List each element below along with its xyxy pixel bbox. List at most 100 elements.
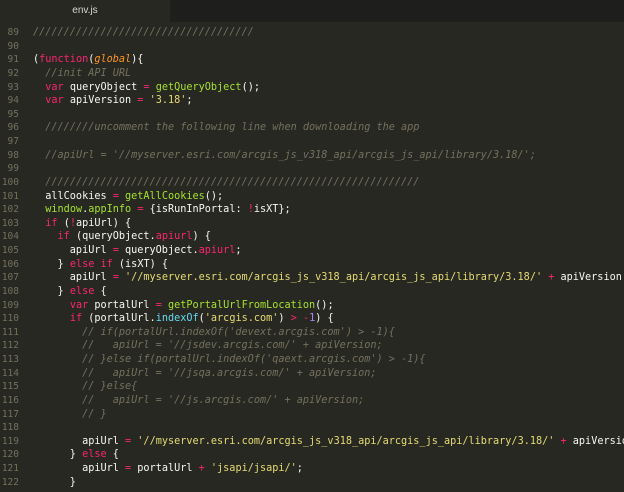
line-code: } else { — [33, 285, 107, 299]
line-code: // apiUrl = '//jsqa.arcgis.com/' + apiVe… — [33, 367, 376, 381]
line-code: // }else{ — [33, 380, 137, 394]
line-code: apiUrl = portalUrl + 'jsapi/jsapi/'; — [33, 462, 303, 476]
line-number: 111 — [1, 326, 19, 338]
code-line[interactable]: 111 // if(portalUrl.indexOf('devext.arcg… — [0, 326, 624, 340]
code-token: var — [45, 81, 64, 93]
code-line[interactable]: 116 // apiUrl = '//js.arcgis.com/' + api… — [0, 394, 624, 408]
code-line[interactable]: 108 } else { — [0, 285, 624, 299]
code-line[interactable]: 120 } else { — [0, 448, 624, 462]
code-token: apiurl — [155, 231, 193, 243]
code-line[interactable]: 112 // apiUrl = '//jsdev.arcgis.com/' + … — [0, 339, 624, 353]
tab-env-js[interactable]: env.js — [0, 0, 170, 22]
line-number: 108 — [1, 285, 19, 297]
line-number: 100 — [1, 176, 19, 188]
code-line[interactable]: 119 apiUrl = '//myserver.esri.com/arcgis… — [0, 435, 624, 449]
code-line[interactable]: 99 — [0, 162, 624, 176]
code-line[interactable]: 98 //apiUrl = '//myserver.esri.com/arcgi… — [0, 149, 624, 163]
line-number: 120 — [1, 449, 19, 461]
code-token: ){ — [131, 54, 144, 66]
code-line[interactable]: 92 //init API URL — [0, 67, 624, 81]
code-token: else — [69, 285, 95, 297]
code-token: queryObject. — [118, 245, 199, 256]
line-number: 119 — [1, 435, 19, 447]
code-line[interactable]: 89 //////////////////////////////////// — [0, 26, 624, 40]
code-token: } — [33, 258, 70, 270]
line-number: 91 — [7, 54, 19, 66]
code-line[interactable]: 100 ////////////////////////////////////… — [0, 176, 624, 190]
code-line[interactable]: 90 — [0, 40, 624, 54]
code-line[interactable]: 118 — [0, 421, 624, 435]
code-line[interactable]: 101 allCookies = getAllCookies(); — [0, 190, 624, 204]
tab-bar-empty-area — [170, 0, 624, 22]
code-token: if — [57, 231, 70, 243]
line-code: // }else if(portalUrl.indexOf('qaext.arc… — [33, 353, 426, 367]
code-token: (); — [315, 299, 334, 311]
code-editor[interactable]: 89 //////////////////////////////////// 90… — [0, 22, 624, 492]
code-line[interactable]: 97 — [0, 135, 624, 149]
code-token: apiVersion; — [572, 435, 624, 447]
code-line[interactable]: 109 var portalUrl = getPortalUrlFromLoca… — [0, 299, 624, 313]
code-token: getPortalUrlFromLocation — [167, 299, 316, 311]
code-line[interactable]: 103 if (!apiUrl) { — [0, 217, 624, 231]
code-line[interactable]: 105 apiUrl = queryObject.apiurl; — [0, 244, 624, 258]
line-code: (function(global){ — [33, 53, 143, 67]
code-token: // } — [82, 408, 107, 420]
code-token: // }else if(portalUrl.indexOf('qaext.arc… — [82, 354, 426, 365]
code-line[interactable]: 91 (function(global){ — [0, 53, 624, 67]
code-token: queryObject — [63, 81, 144, 93]
code-line[interactable]: 122 } — [0, 476, 624, 490]
code-token: { — [106, 449, 119, 461]
code-line[interactable]: 107 apiUrl = '//myserver.esri.com/arcgis… — [0, 271, 624, 285]
code-line[interactable]: 121 apiUrl = portalUrl + 'jsapi/jsapi/'; — [0, 462, 624, 476]
code-token: portalUrl — [131, 463, 199, 474]
line-code: ////////////////////////////////////////… — [33, 176, 419, 190]
code-token: ) — [278, 313, 291, 325]
code-token: apiUrl) { — [75, 217, 132, 229]
code-token: var — [45, 95, 64, 107]
code-token: apiUrl — [33, 463, 126, 474]
code-token: (isXT) { — [112, 258, 168, 270]
code-line[interactable]: 96 ////////uncomment the following line … — [0, 121, 624, 135]
code-line[interactable]: 115 // }else{ — [0, 380, 624, 394]
line-number: 121 — [1, 463, 19, 474]
code-line[interactable]: 106 } else if (isXT) { — [0, 258, 624, 272]
code-line[interactable]: 93 var queryObject = getQueryObject(); — [0, 81, 624, 95]
line-number: 104 — [1, 231, 19, 243]
code-line[interactable]: 110 if (portalUrl.indexOf('arcgis.com') … — [0, 312, 624, 326]
code-token: if — [100, 258, 113, 270]
code-line[interactable]: 94 var apiVersion = '3.18'; — [0, 94, 624, 108]
code-line[interactable]: 95 — [0, 108, 624, 122]
code-line[interactable]: 104 if (queryObject.apiurl) { — [0, 230, 624, 244]
code-token: '//myserver.esri.com/arcgis_js_v318_api/… — [137, 435, 555, 447]
code-line[interactable]: 113 // }else if(portalUrl.indexOf('qaext… — [0, 353, 624, 367]
line-number: 109 — [1, 299, 19, 311]
code-line[interactable]: 117 // } — [0, 408, 624, 422]
line-number: 103 — [1, 217, 19, 229]
code-line[interactable]: 114 // apiUrl = '//jsqa.arcgis.com/' + a… — [0, 367, 624, 381]
code-token: (portalUrl. — [82, 313, 156, 325]
line-code: //init API URL — [33, 67, 131, 81]
code-token: } — [33, 476, 76, 488]
code-token: ; — [296, 463, 303, 474]
code-token: apiVersion — [63, 95, 138, 107]
line-number: 105 — [1, 245, 19, 256]
line-code: if (portalUrl.indexOf('arcgis.com') > -1… — [33, 312, 334, 326]
line-code: if (queryObject.apiurl) { — [33, 230, 211, 244]
code-token: else — [69, 258, 95, 270]
line-number: 96 — [7, 122, 19, 134]
code-token: (queryObject. — [69, 231, 156, 243]
line-code: var apiVersion = '3.18'; — [33, 94, 192, 108]
code-token: window — [45, 204, 83, 216]
line-number: 116 — [1, 394, 19, 406]
line-number: 93 — [7, 81, 19, 93]
code-token: appInfo — [88, 204, 132, 216]
code-line[interactable]: 102 window.appInfo = {isRunInPortal: !is… — [0, 203, 624, 217]
line-code: var queryObject = getQueryObject(); — [33, 81, 260, 95]
